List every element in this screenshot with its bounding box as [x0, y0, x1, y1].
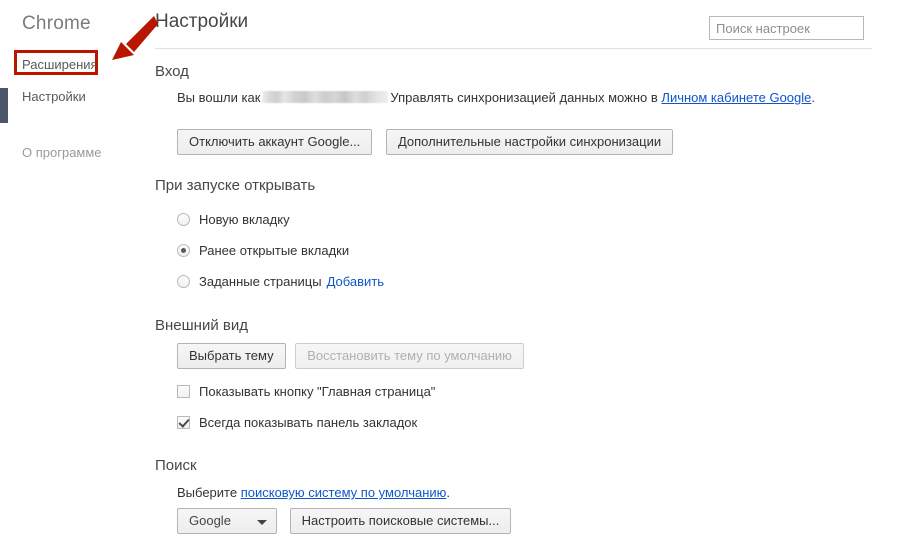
- section-title-search: Поиск: [155, 457, 197, 474]
- redacted-username: [262, 91, 389, 103]
- google-account-link[interactable]: Личном кабинете Google: [661, 90, 811, 105]
- startup-option-specific-pages-label: Заданные страницы: [199, 273, 322, 289]
- startup-option-new-tab[interactable]: Новую вкладку: [177, 210, 290, 228]
- startup-option-new-tab-label: Новую вкладку: [199, 211, 290, 227]
- appearance-show-bookmarks-bar-row[interactable]: Всегда показывать панель закладок: [177, 413, 417, 431]
- reset-theme-button[interactable]: Восстановить тему по умолчанию: [295, 343, 524, 369]
- manage-search-engines-button[interactable]: Настроить поисковые системы...: [289, 508, 512, 534]
- signin-buttons-row: Отключить аккаунт Google... Дополнительн…: [177, 129, 674, 155]
- search-engine-select-value: Google: [189, 513, 231, 528]
- advanced-sync-settings-button[interactable]: Дополнительные настройки синхронизации: [385, 129, 674, 155]
- radio-new-tab[interactable]: [177, 212, 190, 226]
- radio-continue-where-left-off[interactable]: [177, 243, 190, 257]
- chevron-down-icon: [257, 520, 267, 525]
- checkbox-show-home-button[interactable]: [177, 384, 190, 398]
- signin-status-text: Вы вошли как Управлять синхронизацией дан…: [177, 88, 877, 107]
- search-suffix-text: .: [446, 485, 451, 500]
- section-title-signin: Вход: [155, 63, 189, 80]
- choose-theme-button[interactable]: Выбрать тему: [177, 343, 286, 369]
- settings-page: Chrome Расширения Настройки О программе …: [0, 0, 899, 547]
- sidebar: Chrome Расширения Настройки О программе: [0, 0, 155, 547]
- brand-title: Chrome: [22, 13, 91, 34]
- appearance-buttons-row: Выбрать тему Восстановить тему по умолча…: [177, 343, 524, 369]
- sidebar-item-settings[interactable]: Настройки: [22, 89, 86, 104]
- window-edge-marker: [0, 88, 8, 123]
- disconnect-google-account-button[interactable]: Отключить аккаунт Google...: [177, 129, 373, 155]
- sidebar-item-extensions[interactable]: Расширения: [22, 57, 98, 72]
- page-title: Настройки: [155, 11, 249, 32]
- search-engine-description: Выберите поисковую систему по умолчанию.: [177, 483, 450, 502]
- signin-text-before-user: Вы вошли как: [177, 90, 261, 105]
- radio-specific-pages[interactable]: [177, 274, 190, 288]
- appearance-show-bookmarks-bar-label: Всегда показывать панель закладок: [199, 414, 418, 430]
- startup-option-continue[interactable]: Ранее открытые вкладки: [177, 241, 349, 259]
- default-search-engine-link[interactable]: поисковую систему по умолчанию: [241, 485, 447, 500]
- search-settings-input[interactable]: [709, 16, 864, 40]
- section-title-appearance: Внешний вид: [155, 317, 248, 334]
- startup-option-specific-pages[interactable]: Заданные страницы Добавить: [177, 272, 384, 290]
- checkbox-show-bookmarks-bar[interactable]: [177, 415, 190, 429]
- title-divider: [155, 48, 872, 49]
- search-prefix-text: Выберите: [177, 485, 238, 500]
- appearance-show-home-button-row[interactable]: Показывать кнопку "Главная страница": [177, 382, 435, 400]
- search-engine-controls-row: Google Настроить поисковые системы...: [177, 508, 512, 534]
- startup-option-continue-label: Ранее открытые вкладки: [199, 242, 350, 258]
- appearance-show-home-button-label: Показывать кнопку "Главная страница": [199, 383, 436, 399]
- section-title-startup: При запуске открывать: [155, 177, 316, 194]
- signin-text-after-user: Управлять синхронизацией данных можно в: [390, 90, 658, 105]
- add-startup-pages-link[interactable]: Добавить: [327, 274, 384, 289]
- main-content: Настройки Вход Вы вошли как Управлять син…: [155, 0, 899, 547]
- search-engine-select[interactable]: Google: [177, 508, 277, 534]
- signin-sentence-end: .: [811, 90, 816, 105]
- sidebar-item-about[interactable]: О программе: [22, 145, 102, 160]
